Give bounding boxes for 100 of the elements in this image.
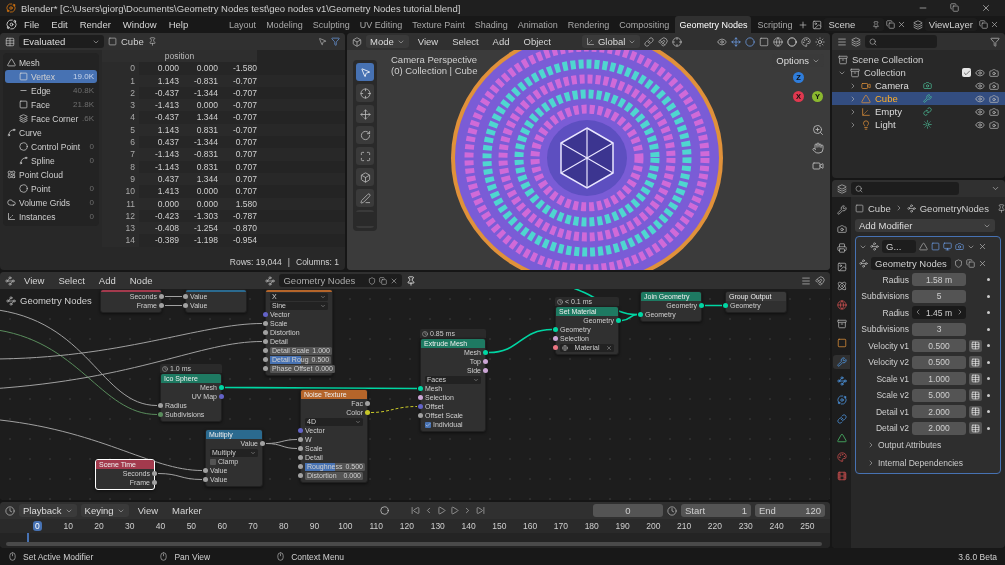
domain-item[interactable]: Face 21.8K bbox=[5, 98, 97, 111]
frame-tick[interactable]: 240 bbox=[767, 521, 786, 531]
workspace-tab[interactable]: Rendering bbox=[563, 16, 614, 33]
view-layer-field[interactable]: ViewLayer bbox=[924, 18, 977, 31]
outliner-row[interactable]: Empty bbox=[832, 105, 1005, 118]
parameter-field[interactable]: 2.000 bbox=[912, 405, 966, 418]
menu-item[interactable]: Select bbox=[447, 35, 484, 48]
workspace-tab[interactable]: Geometry Nodes bbox=[675, 16, 752, 33]
menu-item[interactable]: View bbox=[19, 274, 50, 287]
modifier-name-field[interactable]: G... bbox=[882, 240, 916, 253]
frame-tick[interactable]: 40 bbox=[153, 521, 168, 531]
frame-tick[interactable]: 30 bbox=[123, 521, 137, 531]
frame-tick[interactable]: 10 bbox=[61, 521, 75, 531]
menu-item[interactable]: Select bbox=[53, 274, 90, 287]
outliner-row[interactable]: Light bbox=[832, 118, 1005, 131]
domain-item[interactable]: Curve bbox=[5, 126, 97, 139]
frame-tick[interactable]: 170 bbox=[551, 521, 571, 531]
parameter-field[interactable]: 1.58 m bbox=[912, 273, 966, 286]
outliner-item[interactable]: Collection bbox=[864, 67, 906, 78]
frame-tick[interactable]: 50 bbox=[184, 521, 199, 531]
mode-dropdown[interactable]: Mode bbox=[366, 35, 409, 48]
workspace-tab[interactable]: Compositing bbox=[615, 16, 674, 33]
parameter-label: Radius bbox=[881, 274, 909, 285]
row-index: 14 bbox=[102, 234, 139, 247]
parameter-field[interactable]: 5 bbox=[912, 289, 966, 303]
workspace-tab[interactable]: Layout bbox=[225, 16, 261, 33]
workspace-tab[interactable]: Scripting bbox=[753, 16, 797, 33]
frame-tick[interactable]: 60 bbox=[215, 521, 229, 531]
frame-tick[interactable]: 150 bbox=[490, 521, 509, 531]
menu-dropdown[interactable]: Keying bbox=[80, 504, 129, 517]
frame-tick[interactable]: 180 bbox=[582, 521, 601, 531]
columns-count: Columns: 1 bbox=[296, 257, 339, 267]
add-modifier-dropdown[interactable]: Add Modifier bbox=[855, 219, 995, 232]
frame-tick[interactable]: 200 bbox=[644, 521, 663, 531]
frame-tick[interactable]: 80 bbox=[277, 521, 291, 531]
parameter-field[interactable]: 2.000 bbox=[912, 421, 966, 435]
workspace-tab[interactable]: Texture Paint bbox=[408, 16, 469, 33]
menu-item[interactable]: View bbox=[132, 504, 164, 517]
domain-item[interactable]: Edge 40.8K bbox=[5, 84, 97, 97]
frame-tick[interactable]: 120 bbox=[397, 521, 417, 531]
parameter-label: Subdivisions bbox=[860, 324, 909, 334]
table-cell: -1.143 bbox=[139, 148, 179, 161]
parameter-field[interactable]: 1.45 m bbox=[912, 306, 966, 319]
frame-tick[interactable]: 210 bbox=[675, 521, 694, 531]
frame-tick[interactable]: 140 bbox=[459, 521, 478, 531]
workspace-tab[interactable]: UV Editing bbox=[355, 16, 407, 33]
menu-item[interactable]: View bbox=[412, 35, 444, 48]
parameter-field[interactable]: 0.500 bbox=[912, 339, 966, 352]
workspace-tab[interactable]: Shading bbox=[470, 16, 512, 33]
section-header[interactable]: Internal Dependencies bbox=[859, 455, 997, 470]
frame-tick[interactable]: 110 bbox=[367, 521, 385, 531]
frame-tick[interactable]: 90 bbox=[307, 521, 322, 531]
frame-tick[interactable]: 220 bbox=[705, 521, 724, 531]
menu-item[interactable]: Edit bbox=[46, 18, 73, 31]
frame-tick[interactable]: 230 bbox=[736, 521, 755, 531]
workspace-tab[interactable]: Sculpting bbox=[308, 16, 354, 33]
node-tree-field[interactable]: Geometry Nodes bbox=[279, 274, 403, 287]
row-index: 7 bbox=[102, 148, 139, 161]
parameter-label: Detail v2 bbox=[874, 423, 909, 433]
table-cell: -1.413 bbox=[139, 99, 179, 112]
menu-item[interactable]: File bbox=[19, 18, 45, 31]
node-group-field[interactable]: Geometry Nodes bbox=[871, 256, 951, 270]
outliner-row[interactable]: Cube bbox=[832, 92, 1005, 105]
menu-item[interactable]: Node bbox=[124, 274, 158, 287]
frame-tick[interactable]: 70 bbox=[246, 521, 260, 531]
menu-item[interactable]: Render bbox=[74, 18, 116, 31]
outliner-item[interactable]: Scene Collection bbox=[852, 54, 924, 65]
frame-tick[interactable]: 190 bbox=[613, 521, 632, 531]
end-frame-field[interactable]: End 120 bbox=[755, 504, 825, 517]
workspace-tab[interactable]: Animation bbox=[513, 16, 562, 33]
menu-dropdown[interactable]: Playback bbox=[19, 504, 77, 517]
frame-tick[interactable]: 160 bbox=[521, 521, 540, 531]
menu-item[interactable]: Marker bbox=[167, 504, 207, 517]
parameter-label: Radius bbox=[881, 307, 909, 318]
frame-tick[interactable]: 20 bbox=[92, 521, 106, 531]
table-cell: -0.707 bbox=[218, 99, 257, 112]
parameter-field[interactable]: 1.000 bbox=[912, 372, 966, 385]
menu-item[interactable]: Window bbox=[117, 18, 162, 31]
menu-item[interactable]: Add bbox=[487, 35, 515, 48]
scene-field[interactable]: Scene bbox=[824, 18, 884, 31]
frame-tick[interactable]: 250 bbox=[798, 521, 817, 531]
section-header[interactable]: Output Attributes bbox=[859, 438, 997, 452]
start-frame-field[interactable]: Start 1 bbox=[681, 504, 751, 517]
current-frame-field[interactable]: 0 bbox=[593, 504, 663, 517]
workspace-tab[interactable]: Modeling bbox=[262, 16, 307, 33]
menu-item[interactable]: Help bbox=[163, 18, 194, 31]
outliner-row[interactable]: Camera bbox=[832, 79, 1005, 92]
orientation-dropdown[interactable]: Global bbox=[581, 35, 641, 48]
parameter-field[interactable]: 5.000 bbox=[912, 388, 966, 402]
frame-tick[interactable]: 130 bbox=[428, 521, 447, 531]
parameter-field[interactable]: 3 bbox=[912, 322, 966, 336]
menu-item[interactable]: Object bbox=[518, 35, 556, 48]
evaluation-dropdown[interactable]: Evaluated bbox=[19, 35, 104, 48]
domain-item[interactable]: Mesh bbox=[5, 56, 97, 69]
column-header[interactable]: position bbox=[102, 50, 257, 63]
domain-item[interactable]: Point Cloud bbox=[5, 168, 97, 181]
frame-tick[interactable]: 0 bbox=[33, 521, 42, 531]
parameter-field[interactable]: 0.500 bbox=[912, 355, 966, 369]
frame-tick[interactable]: 100 bbox=[336, 521, 355, 531]
menu-item[interactable]: Add bbox=[93, 274, 121, 287]
